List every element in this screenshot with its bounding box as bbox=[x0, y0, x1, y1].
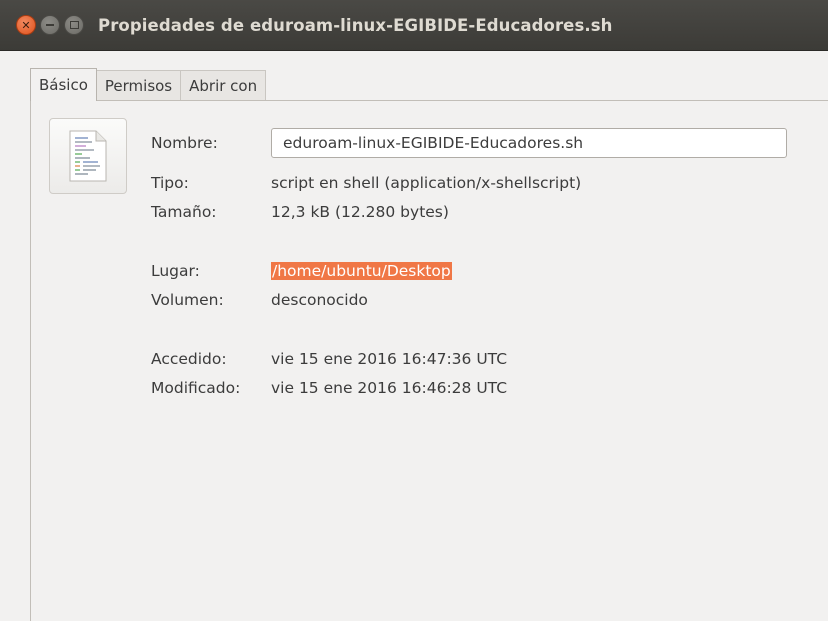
title-bar[interactable]: ✕ Propiedades de eduroam-linux-EGIBIDE-E… bbox=[0, 0, 828, 51]
location-selected-text[interactable]: /home/ubuntu/Desktop bbox=[271, 262, 452, 280]
modified-value: vie 15 ene 2016 16:46:28 UTC bbox=[271, 379, 508, 397]
tab-abrir-con[interactable]: Abrir con bbox=[180, 70, 267, 101]
tab-bar: Básico Permisos Abrir con bbox=[30, 68, 267, 101]
tab-permisos[interactable]: Permisos bbox=[95, 70, 182, 101]
location-label: Lugar: bbox=[151, 262, 200, 280]
location-value[interactable]: /home/ubuntu/Desktop bbox=[271, 262, 452, 280]
modified-label: Modificado: bbox=[151, 379, 241, 397]
window-title: Propiedades de eduroam-linux-EGIBIDE-Edu… bbox=[98, 15, 613, 35]
window-controls: ✕ bbox=[16, 15, 84, 35]
close-icon[interactable]: ✕ bbox=[16, 15, 36, 35]
accessed-value: vie 15 ene 2016 16:47:36 UTC bbox=[271, 350, 508, 368]
size-value: 12,3 kB (12.280 bytes) bbox=[271, 203, 449, 221]
name-label: Nombre: bbox=[151, 134, 218, 152]
type-label: Tipo: bbox=[151, 174, 189, 192]
shell-script-file-icon[interactable] bbox=[49, 118, 127, 194]
accessed-label: Accedido: bbox=[151, 350, 227, 368]
minimize-icon[interactable] bbox=[40, 15, 60, 35]
size-label: Tamaño: bbox=[151, 203, 217, 221]
volume-label: Volumen: bbox=[151, 291, 224, 309]
type-value: script en shell (application/x-shellscri… bbox=[271, 174, 582, 192]
name-field[interactable] bbox=[271, 128, 787, 158]
tab-basico[interactable]: Básico bbox=[30, 68, 97, 101]
maximize-icon[interactable] bbox=[64, 15, 84, 35]
volume-value: desconocido bbox=[271, 291, 368, 309]
